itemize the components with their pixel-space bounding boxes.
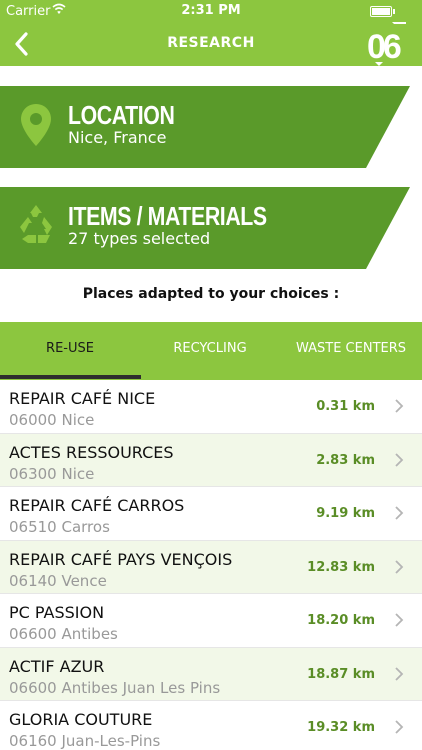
active-tab-indicator bbox=[0, 375, 141, 379]
place-distance: 0.31 km bbox=[316, 399, 375, 414]
chevron-right-icon bbox=[395, 399, 404, 413]
department-logo: 06 bbox=[367, 22, 406, 66]
recycle-icon bbox=[20, 205, 52, 243]
chevron-right-icon bbox=[395, 720, 404, 734]
battery-tip bbox=[393, 9, 395, 14]
location-card-background bbox=[0, 86, 410, 168]
place-distance: 19.32 km bbox=[307, 720, 375, 735]
results-subtitle: Places adapted to your choices : bbox=[82, 286, 340, 302]
place-address: 06140 Vence bbox=[9, 571, 107, 590]
chevron-right-icon bbox=[395, 666, 404, 681]
place-address: 06300 Nice bbox=[9, 464, 95, 483]
tab-recycling[interactable]: RECYCLING bbox=[140, 322, 280, 380]
place-name: ACTIF AZUR bbox=[9, 656, 105, 676]
location-card[interactable]: LOCATION Nice, France bbox=[0, 86, 410, 168]
category-tabs: RE-USE RECYCLING WASTE CENTERS bbox=[0, 322, 422, 380]
place-address: 06600 Antibes bbox=[9, 625, 118, 643]
list-item[interactable]: REPAIR CAFÉ PAYS VENÇOIS 06140 Vence 12.… bbox=[0, 540, 422, 594]
place-address: 06600 Antibes Juan Les Pins bbox=[9, 678, 221, 697]
place-distance: 18.87 km bbox=[307, 666, 375, 682]
chevron-right-icon bbox=[395, 613, 404, 627]
location-value: Nice, France bbox=[68, 128, 167, 147]
header-bar: Carrier 2:31 PM RESEARCH 06 bbox=[0, 0, 422, 66]
chevron-right-icon bbox=[395, 559, 404, 574]
place-name: PC PASSION bbox=[9, 603, 105, 622]
logo-text: 06 bbox=[367, 28, 401, 66]
place-distance: 2.83 km bbox=[316, 452, 375, 468]
list-item[interactable]: ACTIF AZUR 06600 Antibes Juan Les Pins 1… bbox=[0, 647, 422, 701]
status-bar: Carrier 2:31 PM bbox=[0, 0, 422, 22]
map-pin-icon bbox=[21, 104, 51, 146]
place-distance: 18.20 km bbox=[307, 613, 375, 628]
place-name: ACTES RESSOURCES bbox=[9, 442, 174, 462]
status-time: 2:31 PM bbox=[181, 3, 241, 18]
list-item[interactable]: GLORIA COUTURE 06160 Juan-Les-Pins 19.32… bbox=[0, 701, 422, 750]
place-name: REPAIR CAFÉ CARROS bbox=[9, 496, 185, 515]
places-list: REPAIR CAFÉ NICE 06000 Nice 0.31 km ACTE… bbox=[0, 380, 422, 750]
items-materials-card[interactable]: ITEMS / MATERIALS 27 types selected bbox=[0, 187, 410, 269]
location-card-title: LOCATION bbox=[68, 100, 175, 130]
page-title: RESEARCH bbox=[167, 35, 255, 51]
list-item[interactable]: PC PASSION 06600 Antibes 18.20 km bbox=[0, 594, 422, 648]
place-name: REPAIR CAFÉ NICE bbox=[9, 389, 156, 408]
list-item[interactable]: REPAIR CAFÉ NICE 06000 Nice 0.31 km bbox=[0, 380, 422, 434]
place-name: REPAIR CAFÉ PAYS VENÇOIS bbox=[9, 549, 233, 569]
place-address: 06510 Carros bbox=[9, 518, 110, 536]
place-name: GLORIA COUTURE bbox=[9, 710, 153, 729]
list-item[interactable]: REPAIR CAFÉ CARROS 06510 Carros 9.19 km bbox=[0, 487, 422, 541]
battery-icon bbox=[370, 6, 392, 17]
place-address: 06000 Nice bbox=[9, 411, 95, 429]
items-card-title: ITEMS / MATERIALS bbox=[68, 201, 267, 231]
place-distance: 12.83 km bbox=[307, 559, 375, 575]
place-address: 06160 Juan-Les-Pins bbox=[9, 732, 161, 750]
items-selected-count: 27 types selected bbox=[68, 229, 211, 248]
list-item[interactable]: ACTES RESSOURCES 06300 Nice 2.83 km bbox=[0, 433, 422, 487]
chevron-right-icon bbox=[395, 506, 404, 520]
place-distance: 9.19 km bbox=[316, 506, 375, 521]
tab-re-use[interactable]: RE-USE bbox=[0, 322, 140, 380]
tab-waste-centers[interactable]: WASTE CENTERS bbox=[281, 322, 421, 380]
chevron-right-icon bbox=[395, 452, 404, 467]
